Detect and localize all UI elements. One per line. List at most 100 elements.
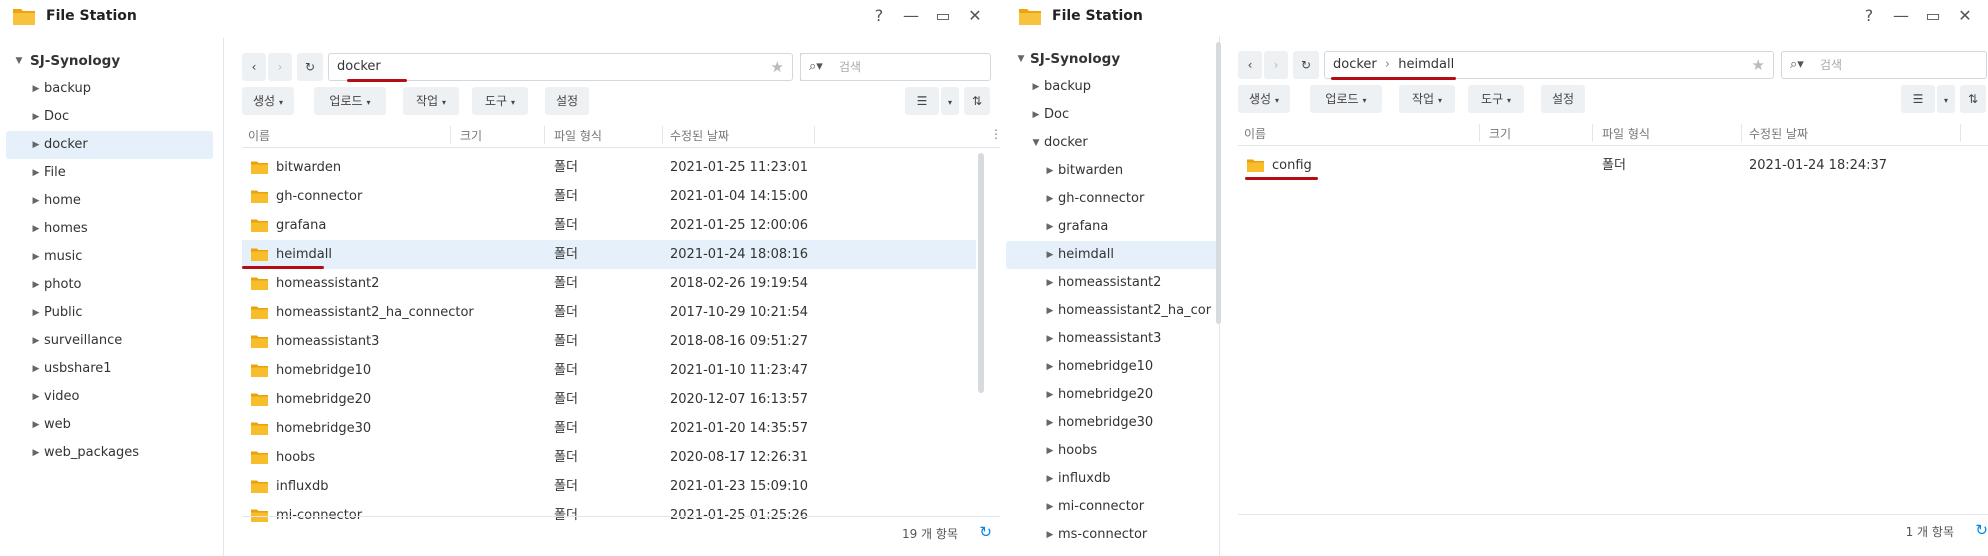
path-segment-heimdall[interactable]: heimdall bbox=[1398, 57, 1454, 72]
tree-item-homebridge10[interactable]: ▶ homebridge10 bbox=[1006, 353, 1219, 381]
view-mode-dropdown[interactable]: ▾ bbox=[1937, 85, 1955, 113]
table-row[interactable]: homeassistant3 폴더 2018-08-16 09:51:27 bbox=[242, 327, 976, 356]
maximize-button[interactable]: ▭ bbox=[932, 6, 954, 25]
tree-item-surveillance[interactable]: ▶ surveillance bbox=[0, 327, 223, 355]
caret-right-icon[interactable]: ▶ bbox=[31, 271, 41, 299]
tree-item-pihole[interactable]: ▶pihole bbox=[1006, 549, 1219, 556]
maximize-button[interactable]: ▭ bbox=[1922, 6, 1944, 25]
tree-item-grafana[interactable]: ▶ grafana bbox=[1006, 213, 1219, 241]
caret-right-icon[interactable]: ▶ bbox=[1045, 493, 1055, 521]
caret-right-icon[interactable]: ▶ bbox=[1045, 185, 1055, 213]
tree-item-homebridge30[interactable]: ▶ homebridge30 bbox=[1006, 409, 1219, 437]
column-size[interactable]: 크기 bbox=[1489, 125, 1511, 142]
tree-item-web[interactable]: ▶ web bbox=[0, 411, 223, 439]
tree-item-ms-connector[interactable]: ▶ ms-connector bbox=[1006, 521, 1219, 549]
help-button[interactable]: ? bbox=[1858, 6, 1880, 25]
column-type[interactable]: 파일 형식 bbox=[1602, 125, 1650, 142]
caret-right-icon[interactable]: ▶ bbox=[31, 439, 41, 467]
caret-right-icon[interactable]: ▶ bbox=[31, 411, 41, 439]
caret-right-icon[interactable]: ▶ bbox=[1045, 241, 1055, 269]
column-name[interactable]: 이름 bbox=[1244, 125, 1266, 142]
column-type[interactable]: 파일 형식 bbox=[554, 127, 602, 144]
caret-right-icon[interactable]: ▶ bbox=[31, 131, 41, 159]
caret-right-icon[interactable]: ▶ bbox=[1045, 409, 1055, 437]
caret-right-icon[interactable]: ▶ bbox=[1045, 465, 1055, 493]
caret-right-icon[interactable]: ▶ bbox=[1045, 213, 1055, 241]
favorite-star-icon[interactable]: ★ bbox=[771, 54, 784, 80]
forward-button[interactable]: › bbox=[1264, 51, 1288, 79]
caret-right-icon[interactable]: ▶ bbox=[31, 327, 41, 355]
scrollbar[interactable] bbox=[978, 153, 984, 393]
close-button[interactable]: ✕ bbox=[964, 6, 986, 25]
caret-right-icon[interactable]: ▶ bbox=[31, 103, 41, 131]
upload-button[interactable]: 업로드 ▾ bbox=[1310, 85, 1382, 113]
view-mode-button[interactable]: ☰ bbox=[1901, 85, 1935, 113]
help-button[interactable]: ? bbox=[868, 6, 890, 25]
sort-button[interactable]: ⇅ bbox=[964, 87, 990, 115]
settings-button[interactable]: 설정 bbox=[1541, 85, 1585, 113]
table-row[interactable]: gh-connector 폴더 2021-01-04 14:15:00 bbox=[242, 182, 976, 211]
caret-expanded-icon[interactable]: ▼ bbox=[14, 47, 24, 75]
caret-right-icon[interactable]: ▶ bbox=[1045, 269, 1055, 297]
tree-item-home[interactable]: ▶ home bbox=[0, 187, 223, 215]
tree-item-heimdall[interactable]: ▶ heimdall bbox=[1006, 241, 1219, 269]
table-row[interactable]: grafana 폴더 2021-01-25 12:00:06 bbox=[242, 211, 976, 240]
caret-right-icon[interactable]: ▶ bbox=[31, 159, 41, 187]
table-row[interactable]: bitwarden 폴더 2021-01-25 11:23:01 bbox=[242, 153, 976, 182]
tree-item-doc[interactable]: ▶ Doc bbox=[0, 103, 223, 131]
path-bar[interactable]: docker ★ bbox=[328, 53, 793, 81]
minimize-button[interactable]: — bbox=[900, 6, 922, 25]
caret-right-icon[interactable]: ▶ bbox=[1045, 157, 1055, 185]
favorite-star-icon[interactable]: ★ bbox=[1752, 52, 1765, 78]
table-row[interactable]: homebridge20 폴더 2020-12-07 16:13:57 bbox=[242, 385, 976, 414]
table-row[interactable]: hoobs 폴더 2020-08-17 12:26:31 bbox=[242, 443, 976, 472]
table-row[interactable]: homebridge30 폴더 2021-01-20 14:35:57 bbox=[242, 414, 976, 443]
back-button[interactable]: ‹ bbox=[242, 53, 266, 81]
caret-right-icon[interactable]: ▶ bbox=[31, 243, 41, 271]
close-button[interactable]: ✕ bbox=[1954, 6, 1976, 25]
tree-root[interactable]: ▼ SJ-Synology bbox=[1006, 45, 1219, 73]
column-size[interactable]: 크기 bbox=[460, 127, 482, 144]
tree-item-docker[interactable]: ▶ docker bbox=[6, 131, 213, 159]
tree-item-mi-connector[interactable]: ▶ mi-connector bbox=[1006, 493, 1219, 521]
tree-item-homeassistant2[interactable]: ▶ homeassistant2 bbox=[1006, 269, 1219, 297]
caret-right-icon[interactable]: ▶ bbox=[1031, 101, 1041, 129]
caret-expanded-icon[interactable]: ▼ bbox=[1031, 129, 1041, 157]
caret-right-icon[interactable]: ▶ bbox=[1045, 381, 1055, 409]
table-row[interactable]: homebridge10 폴더 2021-01-10 11:23:47 bbox=[242, 356, 976, 385]
tree-item-backup[interactable]: ▶ backup bbox=[1006, 73, 1219, 101]
caret-right-icon[interactable]: ▶ bbox=[1045, 325, 1055, 353]
tree-item-music[interactable]: ▶ music bbox=[0, 243, 223, 271]
tree-item-bitwarden[interactable]: ▶ bitwarden bbox=[1006, 157, 1219, 185]
refresh-icon[interactable]: ↻ bbox=[979, 523, 992, 541]
search-field[interactable]: ⌕▾ 검색 bbox=[800, 53, 991, 81]
create-button[interactable]: 생성 ▾ bbox=[1238, 85, 1290, 113]
refresh-button[interactable]: ↻ bbox=[1293, 51, 1319, 79]
tree-item-gh-connector[interactable]: ▶ gh-connector bbox=[1006, 185, 1219, 213]
caret-expanded-icon[interactable]: ▼ bbox=[1016, 45, 1026, 73]
forward-button[interactable]: › bbox=[268, 53, 292, 81]
tools-button[interactable]: 도구 ▾ bbox=[472, 87, 528, 115]
caret-right-icon[interactable]: ▶ bbox=[31, 75, 41, 103]
tree-item-homes[interactable]: ▶ homes bbox=[0, 215, 223, 243]
path-segment-docker[interactable]: docker bbox=[1333, 57, 1377, 72]
caret-right-icon[interactable]: ▶ bbox=[31, 299, 41, 327]
caret-right-icon[interactable]: ▶ bbox=[1031, 73, 1041, 101]
path-bar[interactable]: docker › heimdall ★ bbox=[1324, 51, 1774, 79]
caret-right-icon[interactable]: ▶ bbox=[1045, 437, 1055, 465]
table-row[interactable]: config 폴더 2021-01-24 18:24:37 bbox=[1238, 151, 1988, 180]
search-field[interactable]: ⌕▾ 검색 bbox=[1781, 51, 1987, 79]
view-mode-dropdown[interactable]: ▾ bbox=[941, 87, 959, 115]
table-row[interactable]: homeassistant2 폴더 2018-02-26 19:19:54 bbox=[242, 269, 976, 298]
table-row[interactable]: influxdb 폴더 2021-01-23 15:09:10 bbox=[242, 472, 976, 501]
caret-right-icon[interactable]: ▶ bbox=[1045, 521, 1055, 549]
caret-right-icon[interactable]: ▶ bbox=[31, 187, 41, 215]
sort-button[interactable]: ⇅ bbox=[1960, 85, 1986, 113]
tree-item-doc[interactable]: ▶ Doc bbox=[1006, 101, 1219, 129]
tree-item-usbshare1[interactable]: ▶ usbshare1 bbox=[0, 355, 223, 383]
path-segment[interactable]: docker bbox=[337, 59, 381, 74]
create-button[interactable]: 생성 ▾ bbox=[242, 87, 294, 115]
action-button[interactable]: 작업 ▾ bbox=[403, 87, 459, 115]
action-button[interactable]: 작업 ▾ bbox=[1399, 85, 1455, 113]
column-modified[interactable]: 수정된 날짜 bbox=[1749, 125, 1808, 142]
